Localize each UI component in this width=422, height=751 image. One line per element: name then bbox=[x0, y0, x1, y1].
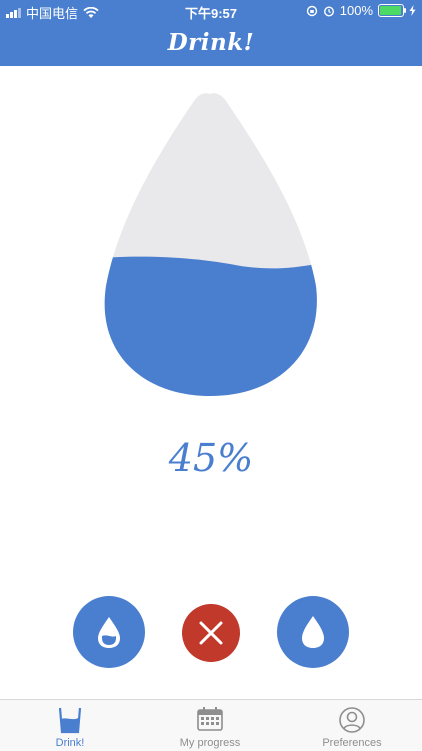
tab-label: My progress bbox=[179, 737, 241, 749]
page-title: Drink! bbox=[167, 29, 255, 56]
profile-icon bbox=[339, 707, 365, 733]
battery-icon bbox=[378, 4, 406, 17]
battery-percent: 100% bbox=[339, 3, 373, 18]
water-drop-gauge bbox=[104, 93, 317, 396]
small-drink-button[interactable] bbox=[73, 596, 145, 668]
big-drink-button[interactable] bbox=[277, 596, 349, 668]
status-bar: 中国电信 下午9:57 100% bbox=[0, 0, 422, 22]
charging-icon bbox=[409, 5, 416, 16]
drop-water-fill bbox=[104, 256, 317, 396]
calendar-icon bbox=[197, 707, 223, 731]
close-icon bbox=[199, 621, 223, 645]
glass-icon bbox=[58, 707, 82, 734]
drop-icon bbox=[302, 616, 324, 648]
tab-my-progress[interactable]: My progress bbox=[150, 700, 270, 751]
header-bar: Drink! bbox=[0, 22, 422, 66]
tab-label: Preferences bbox=[322, 737, 382, 749]
tab-drink[interactable]: Drink! bbox=[10, 700, 130, 751]
hydration-percent: 45% bbox=[168, 436, 254, 480]
tab-preferences[interactable]: Preferences bbox=[292, 700, 412, 751]
small-drop-icon bbox=[98, 617, 120, 648]
tab-label: Drink! bbox=[55, 737, 85, 749]
status-right: 100% bbox=[306, 3, 416, 18]
cancel-button[interactable] bbox=[182, 604, 240, 662]
orientation-lock-icon bbox=[306, 5, 317, 16]
alarm-icon bbox=[323, 5, 334, 17]
tab-bar: Drink! My progress Preferences bbox=[0, 699, 422, 751]
